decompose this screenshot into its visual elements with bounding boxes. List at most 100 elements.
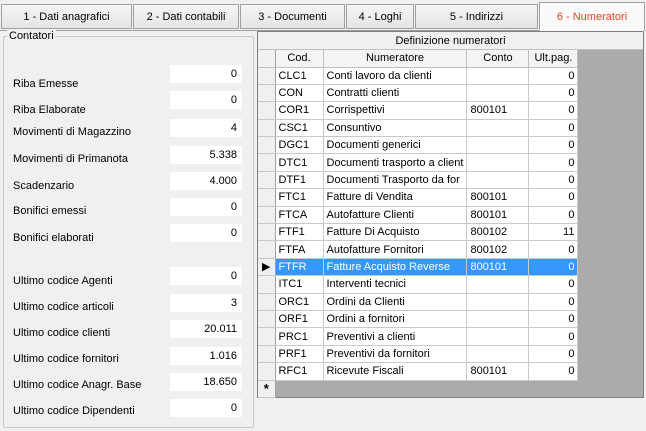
- cell-numeratore[interactable]: Fatture Acquisto Reverse: [323, 258, 468, 277]
- cell-ult-pag[interactable]: 0: [528, 258, 579, 277]
- cell-numeratore[interactable]: Conti lavoro da clienti: [323, 67, 468, 85]
- tab-numeratori[interactable]: 6 - Numeratori: [539, 2, 645, 31]
- row-header[interactable]: [258, 240, 276, 259]
- cell-numeratore[interactable]: Fatture di Vendita: [323, 188, 468, 207]
- new-row-icon[interactable]: *: [258, 380, 276, 398]
- counter-value-field[interactable]: 3: [170, 294, 242, 312]
- cell-cod[interactable]: PRC1: [275, 327, 324, 346]
- row-header[interactable]: [258, 362, 276, 381]
- row-header[interactable]: [258, 153, 276, 172]
- row-header[interactable]: [258, 136, 276, 155]
- column-header-conto[interactable]: Conto: [466, 50, 530, 68]
- row-header[interactable]: [258, 67, 276, 85]
- cell-conto[interactable]: [466, 67, 530, 85]
- table-row[interactable]: FTC1 Fatture di Vendita 800101 0: [258, 188, 579, 207]
- table-row[interactable]: FTFA Autofatture Fornitori 800102 0: [258, 240, 579, 259]
- row-header[interactable]: [258, 310, 276, 329]
- cell-cod[interactable]: PRF1: [275, 345, 324, 364]
- cell-conto[interactable]: 800101: [466, 362, 530, 381]
- cell-ult-pag[interactable]: 0: [528, 171, 579, 190]
- counter-value-field[interactable]: 4.000: [170, 172, 242, 190]
- cell-cod[interactable]: FTCA: [275, 206, 324, 225]
- cell-conto[interactable]: [466, 119, 530, 138]
- cell-ult-pag[interactable]: 0: [528, 293, 579, 311]
- cell-cod[interactable]: RFC1: [275, 362, 324, 381]
- counter-value-field[interactable]: 0: [170, 91, 242, 109]
- row-header[interactable]: [258, 327, 276, 346]
- counter-value-field[interactable]: 0: [170, 399, 242, 417]
- cell-ult-pag[interactable]: 0: [528, 345, 579, 364]
- column-header-ult-pag[interactable]: Ult.pag.: [528, 50, 579, 68]
- cell-conto[interactable]: [466, 153, 530, 172]
- cell-ult-pag[interactable]: 11: [528, 223, 579, 242]
- cell-ult-pag[interactable]: 0: [528, 240, 579, 259]
- counter-value-field[interactable]: 18.650: [170, 373, 242, 391]
- cell-cod[interactable]: FTFR: [275, 258, 324, 277]
- cell-ult-pag[interactable]: 0: [528, 327, 579, 346]
- cell-cod[interactable]: CSC1: [275, 119, 324, 138]
- new-row-cell[interactable]: [323, 380, 467, 398]
- cell-ult-pag[interactable]: 0: [528, 275, 579, 294]
- cell-cod[interactable]: ITC1: [275, 275, 324, 294]
- table-row[interactable]: DTC1 Documenti trasporto a client 0: [258, 153, 579, 172]
- cell-ult-pag[interactable]: 0: [528, 101, 579, 120]
- new-row-cell[interactable]: [275, 380, 323, 398]
- current-row-indicator-icon[interactable]: ▶: [258, 258, 276, 277]
- counter-value-field[interactable]: 0: [170, 267, 242, 285]
- tab-loghi[interactable]: 4 - Loghi: [346, 4, 414, 29]
- cell-numeratore[interactable]: Fatture Di Acquisto: [323, 223, 468, 242]
- cell-cod[interactable]: FTC1: [275, 188, 324, 207]
- row-header[interactable]: [258, 275, 276, 294]
- cell-cod[interactable]: ORF1: [275, 310, 324, 329]
- counter-value-field[interactable]: 4: [170, 119, 242, 137]
- row-header[interactable]: [258, 293, 276, 311]
- cell-cod[interactable]: FTF1: [275, 223, 324, 242]
- row-header[interactable]: [258, 188, 276, 207]
- cell-conto[interactable]: 800101: [466, 206, 530, 225]
- cell-numeratore[interactable]: Preventivi a clienti: [323, 327, 468, 346]
- cell-cod[interactable]: ORC1: [275, 293, 324, 311]
- cell-numeratore[interactable]: Documenti trasporto a client: [323, 153, 468, 172]
- table-row[interactable]: COR1 Corrispettivi 800101 0: [258, 101, 579, 120]
- cell-conto[interactable]: [466, 310, 530, 329]
- counter-value-field[interactable]: 0: [170, 198, 242, 216]
- table-row[interactable]: FTCA Autofatture Clienti 800101 0: [258, 206, 579, 225]
- column-header-cod[interactable]: Cod.: [275, 50, 324, 68]
- cell-cod[interactable]: DGC1: [275, 136, 324, 155]
- table-row[interactable]: ORF1 Ordini a fornitori 0: [258, 310, 579, 329]
- table-row[interactable]: CLC1 Conti lavoro da clienti 0: [258, 67, 579, 85]
- row-header[interactable]: [258, 171, 276, 190]
- table-row[interactable]: RFC1 Ricevute Fiscali 800101 0: [258, 362, 579, 381]
- table-row[interactable]: ORC1 Ordini da Clienti 0: [258, 293, 579, 311]
- row-header[interactable]: [258, 206, 276, 225]
- cell-numeratore[interactable]: Documenti Trasporto da for: [323, 171, 468, 190]
- row-header[interactable]: [258, 223, 276, 242]
- row-header[interactable]: [258, 119, 276, 138]
- counter-value-field[interactable]: 20.011: [170, 320, 242, 338]
- table-row[interactable]: DGC1 Documenti generici 0: [258, 136, 579, 155]
- row-header[interactable]: [258, 101, 276, 120]
- cell-conto[interactable]: [466, 84, 530, 103]
- table-row[interactable]: ITC1 Interventi tecnici 0: [258, 275, 579, 294]
- cell-ult-pag[interactable]: 0: [528, 188, 579, 207]
- counter-value-field[interactable]: 0: [170, 65, 242, 83]
- table-row[interactable]: CSC1 Consuntivo 0: [258, 119, 579, 138]
- cell-cod[interactable]: DTC1: [275, 153, 324, 172]
- cell-numeratore[interactable]: Ordini da Clienti: [323, 293, 468, 311]
- cell-numeratore[interactable]: Autofatture Clienti: [323, 206, 468, 225]
- cell-numeratore[interactable]: Ricevute Fiscali: [323, 362, 468, 381]
- cell-numeratore[interactable]: Ordini a fornitori: [323, 310, 468, 329]
- cell-conto[interactable]: 800101: [466, 188, 530, 207]
- cell-ult-pag[interactable]: 0: [528, 153, 579, 172]
- cell-cod[interactable]: COR1: [275, 101, 324, 120]
- cell-numeratore[interactable]: Contratti clienti: [323, 84, 468, 103]
- cell-numeratore[interactable]: Documenti generici: [323, 136, 468, 155]
- cell-numeratore[interactable]: Interventi tecnici: [323, 275, 468, 294]
- numeratori-grid[interactable]: Definizione numeratori Cod. Numeratore C…: [257, 31, 644, 398]
- cell-conto[interactable]: 800102: [466, 240, 530, 259]
- cell-conto[interactable]: 800101: [466, 258, 530, 277]
- table-row[interactable]: DTF1 Documenti Trasporto da for 0: [258, 171, 579, 190]
- cell-conto[interactable]: 800102: [466, 223, 530, 242]
- cell-conto[interactable]: [466, 345, 530, 364]
- table-row[interactable]: FTF1 Fatture Di Acquisto 800102 11: [258, 223, 579, 242]
